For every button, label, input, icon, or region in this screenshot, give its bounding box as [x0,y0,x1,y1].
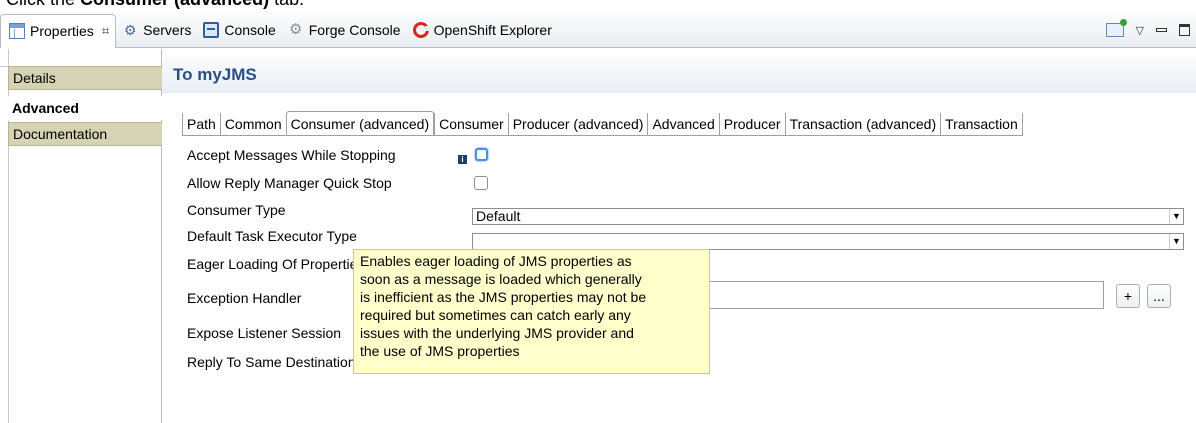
sidebar-item-details[interactable]: Details [8,66,162,90]
tab-properties-label: Properties [30,23,94,39]
tab-forge-console-label: Forge Console [308,21,401,38]
tab-console[interactable]: Console [197,12,281,48]
tab-advanced[interactable]: Advanced [647,113,718,136]
default-task-label: Default Task Executor Type [187,228,357,244]
tab-path[interactable]: Path [182,113,220,136]
minimize-icon[interactable] [1156,28,1167,32]
accept-messages-checkbox[interactable] [475,148,488,161]
property-tab-strip: Path Common Consumer (advanced) Consumer… [182,111,1023,136]
page-title: To myJMS [173,65,257,84]
sidebar-item-label: Advanced [12,100,79,116]
expose-listener-label: Expose Listener Session [187,325,342,341]
tooltip-line: issues with the underlying JMS provider … [360,325,634,341]
tab-console-label: Console [224,21,276,38]
dropdown-arrow-icon[interactable]: ▼ [1169,209,1183,224]
tab-producer-advanced[interactable]: Producer (advanced) [507,113,648,136]
sidebar-item-documentation[interactable]: Documentation [8,122,162,146]
properties-icon [9,23,25,39]
sidebar-item-label: Documentation [13,126,108,142]
tooltip: Enables eager loading of JMS properties … [353,249,710,374]
tooltip-line: is inefficient as the JMS properties may… [360,289,647,305]
view-menu-icon[interactable]: ▽ [1136,24,1144,37]
browse-button[interactable]: ... [1147,284,1171,308]
sidebar-item-label: Details [13,70,56,86]
tooltip-line: soon as a message is loaded which genera… [360,271,642,287]
sidebar-top-edge [0,49,162,67]
maximize-icon[interactable] [1179,24,1190,36]
tooltip-line: required but sometimes can catch early a… [360,307,631,323]
sidebar-item-advanced[interactable]: Advanced [8,96,162,120]
consumer-type-label: Consumer Type [187,202,286,218]
openshift-icon [412,21,430,38]
tooltip-line: the use of JMS properties [360,343,520,359]
servers-icon: ⚙ [123,21,137,38]
view-tab-bar: Properties ⌗ ⚙ Servers Console ⚙ Forge C… [0,12,1196,48]
accept-messages-label: Accept Messages While Stopping [187,147,396,163]
default-task-select[interactable]: ▼ [472,233,1184,250]
dropdown-arrow-icon[interactable]: ▼ [1169,234,1183,249]
pin-icon[interactable] [1105,19,1127,37]
consumer-type-value: Default [476,208,521,224]
tab-transaction[interactable]: Transaction [940,113,1023,136]
tab-forge-console[interactable]: ⚙ Forge Console [282,12,407,48]
section-header: To myJMS [162,57,1196,93]
tab-consumer[interactable]: Consumer [434,113,508,136]
info-icon: i [458,155,467,164]
tab-openshift-explorer[interactable]: OpenShift Explorer [407,12,558,48]
add-button[interactable]: + [1116,284,1140,308]
tab-common[interactable]: Common [219,113,286,136]
property-sections-sidebar: Details Advanced Documentation [0,49,162,423]
view-actions: ▽ [1105,12,1190,48]
consumer-type-select[interactable]: Default ▼ [472,208,1184,225]
tooltip-line: Enables eager loading of JMS properties … [360,253,632,269]
console-icon [203,21,220,38]
tab-transaction-advanced[interactable]: Transaction (advanced) [784,113,941,136]
close-icon[interactable]: ⌗ [102,23,109,39]
tab-properties[interactable]: Properties ⌗ [0,13,117,48]
tab-servers[interactable]: ⚙ Servers [116,12,197,48]
forge-icon: ⚙ [289,20,303,38]
allow-reply-label: Allow Reply Manager Quick Stop [187,175,392,191]
tab-servers-label: Servers [143,21,192,38]
exception-handler-label: Exception Handler [187,290,302,306]
tab-consumer-advanced[interactable]: Consumer (advanced) [285,111,435,135]
allow-reply-checkbox[interactable] [474,176,488,190]
instruction-caption: Click the Consumer (advanced) tab. [0,0,1196,11]
tab-openshift-explorer-label: OpenShift Explorer [433,21,552,38]
eager-loading-label: Eager Loading Of Properties [187,256,365,272]
tab-producer[interactable]: Producer [718,113,785,136]
